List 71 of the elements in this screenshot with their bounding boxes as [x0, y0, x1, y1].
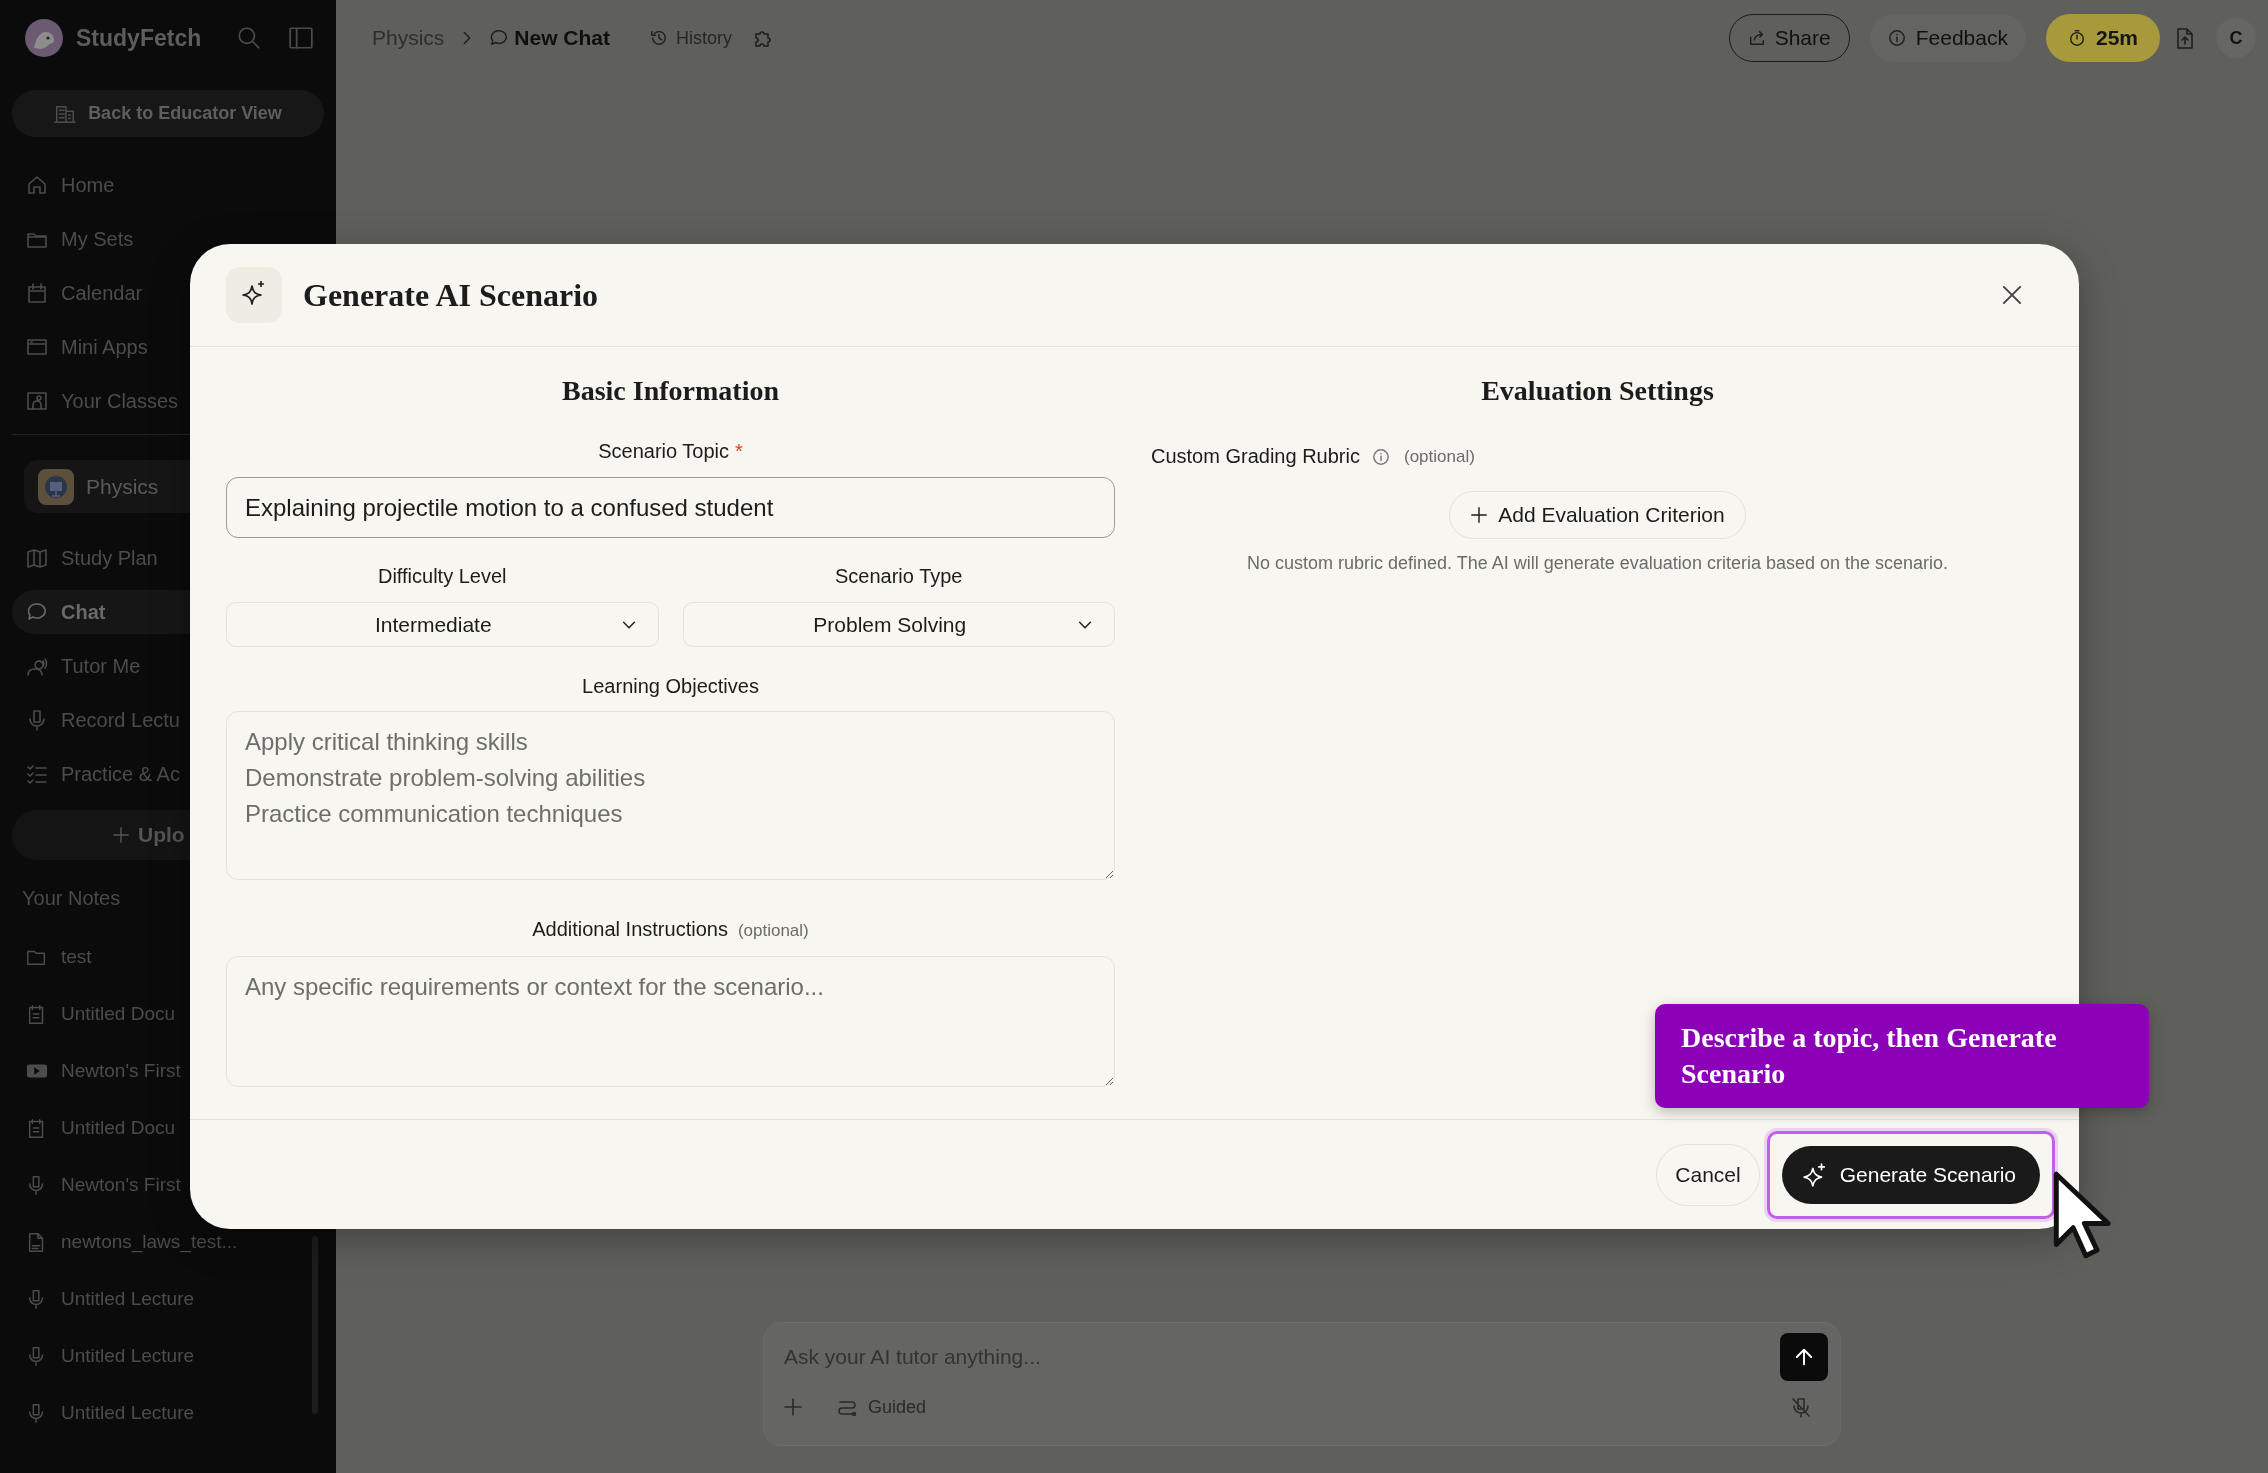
info-icon	[1887, 29, 1906, 47]
field-label: Custom Grading Rubric	[1151, 445, 1360, 468]
stopwatch-icon	[2067, 29, 2086, 47]
share-icon	[1747, 29, 1766, 47]
avatar[interactable]: C	[2216, 18, 2256, 58]
plus-icon	[112, 826, 130, 844]
chat-bubble-icon	[26, 601, 48, 623]
topic-input-field[interactable]: Explaining projectile motion to a confused student	[226, 477, 1115, 538]
field-label: Scenario Type	[835, 565, 963, 587]
microphone-off-icon[interactable]	[1790, 1396, 1812, 1418]
field-label: Scenario Topic	[598, 440, 729, 462]
feedback-button[interactable]: Feedback	[1869, 14, 2026, 62]
nav-item[interactable]: My Sets	[12, 217, 324, 261]
required-mark: *	[735, 440, 743, 462]
guided-mode-button[interactable]: Guided	[830, 1395, 933, 1419]
note-item[interactable]: Untitled Lecture	[0, 1270, 336, 1327]
objectives-text-area[interactable]: Apply critical thinking skills Demonstrate problem-solving abilities Practice communication techniques	[226, 711, 1115, 880]
add-criterion-button[interactable]: Add Evaluation Criterion	[1449, 491, 1746, 539]
dialog-title: Generate AI Scenario	[303, 276, 599, 314]
chat-bubble-icon	[490, 29, 509, 47]
cancel-button[interactable]: Cancel	[1656, 1143, 1760, 1206]
file-upload-icon[interactable]	[2174, 27, 2196, 49]
logo-icon	[24, 18, 64, 58]
breadcrumb-current: New Chat	[514, 26, 611, 50]
timer-button[interactable]: 25m	[2045, 14, 2160, 62]
calendar-icon	[26, 282, 48, 304]
optional-hint: (optional)	[1403, 446, 1475, 467]
brand-name: StudyFetch	[76, 24, 203, 52]
nav-item[interactable]: Mini Apps	[12, 325, 324, 369]
sparkle-icon	[1801, 1161, 1828, 1188]
map-icon	[26, 547, 48, 569]
back-to-educator-button[interactable]: Back to Educator View	[12, 90, 324, 137]
tooltip: Describe a topic, then Generate Scenario	[1655, 1004, 2149, 1108]
microphone-icon	[26, 709, 48, 731]
instructions-text-area[interactable]: Any specific requirements or context for the scenario...	[226, 956, 1115, 1087]
board-icon	[26, 390, 48, 412]
sidebar-toggle-icon[interactable]	[288, 25, 314, 51]
nav-item[interactable]: Study Plan	[12, 536, 324, 580]
note-item[interactable]: newtons_laws_test...	[0, 1213, 336, 1270]
window-icon	[26, 336, 48, 358]
plus-icon	[1470, 506, 1489, 524]
section-heading: Evaluation Settings	[1480, 374, 1715, 408]
nav-item[interactable]: Tutor Me	[12, 644, 324, 688]
home-icon	[26, 174, 48, 196]
send-button[interactable]	[1780, 1333, 1828, 1381]
history-icon	[650, 29, 669, 47]
history-button[interactable]: History	[644, 26, 739, 50]
nav-item[interactable]: Your Classes	[12, 379, 324, 423]
class-icon	[38, 468, 74, 505]
optional-hint: (optional)	[737, 921, 809, 940]
empty-rubric-message: No custom rubric defined. The AI will generate evaluation criteria based on the scenario.	[1245, 553, 1950, 574]
checklist-icon	[26, 763, 48, 785]
note-item[interactable]: Untitled Docu	[0, 1099, 336, 1156]
difficulty-dropdown[interactable]: Intermediate	[226, 602, 659, 647]
section-heading: Basic Information	[561, 374, 780, 408]
info-icon[interactable]	[1371, 447, 1390, 466]
generate-scenario-button[interactable]: Generate Scenario	[1781, 1145, 2040, 1204]
person-icon	[26, 655, 48, 677]
field-label: Learning Objectives	[582, 675, 759, 697]
note-item[interactable]: Newton's First	[0, 1156, 336, 1213]
section-heading: Your Notes	[22, 886, 122, 911]
field-label: Difficulty Level	[377, 565, 507, 587]
scenario-type-dropdown[interactable]: Problem Solving	[682, 602, 1115, 647]
note-item[interactable]: Untitled Lecture	[0, 1384, 336, 1441]
cursor-icon	[2052, 1170, 2114, 1260]
note-item[interactable]: Untitled Lecture	[0, 1327, 336, 1384]
nav-item[interactable]: Home	[12, 163, 324, 207]
sparkle-icon	[226, 267, 282, 323]
field-label: Additional Instructions	[532, 918, 728, 940]
search-icon[interactable]	[236, 25, 262, 51]
plus-icon[interactable]	[782, 1396, 804, 1418]
